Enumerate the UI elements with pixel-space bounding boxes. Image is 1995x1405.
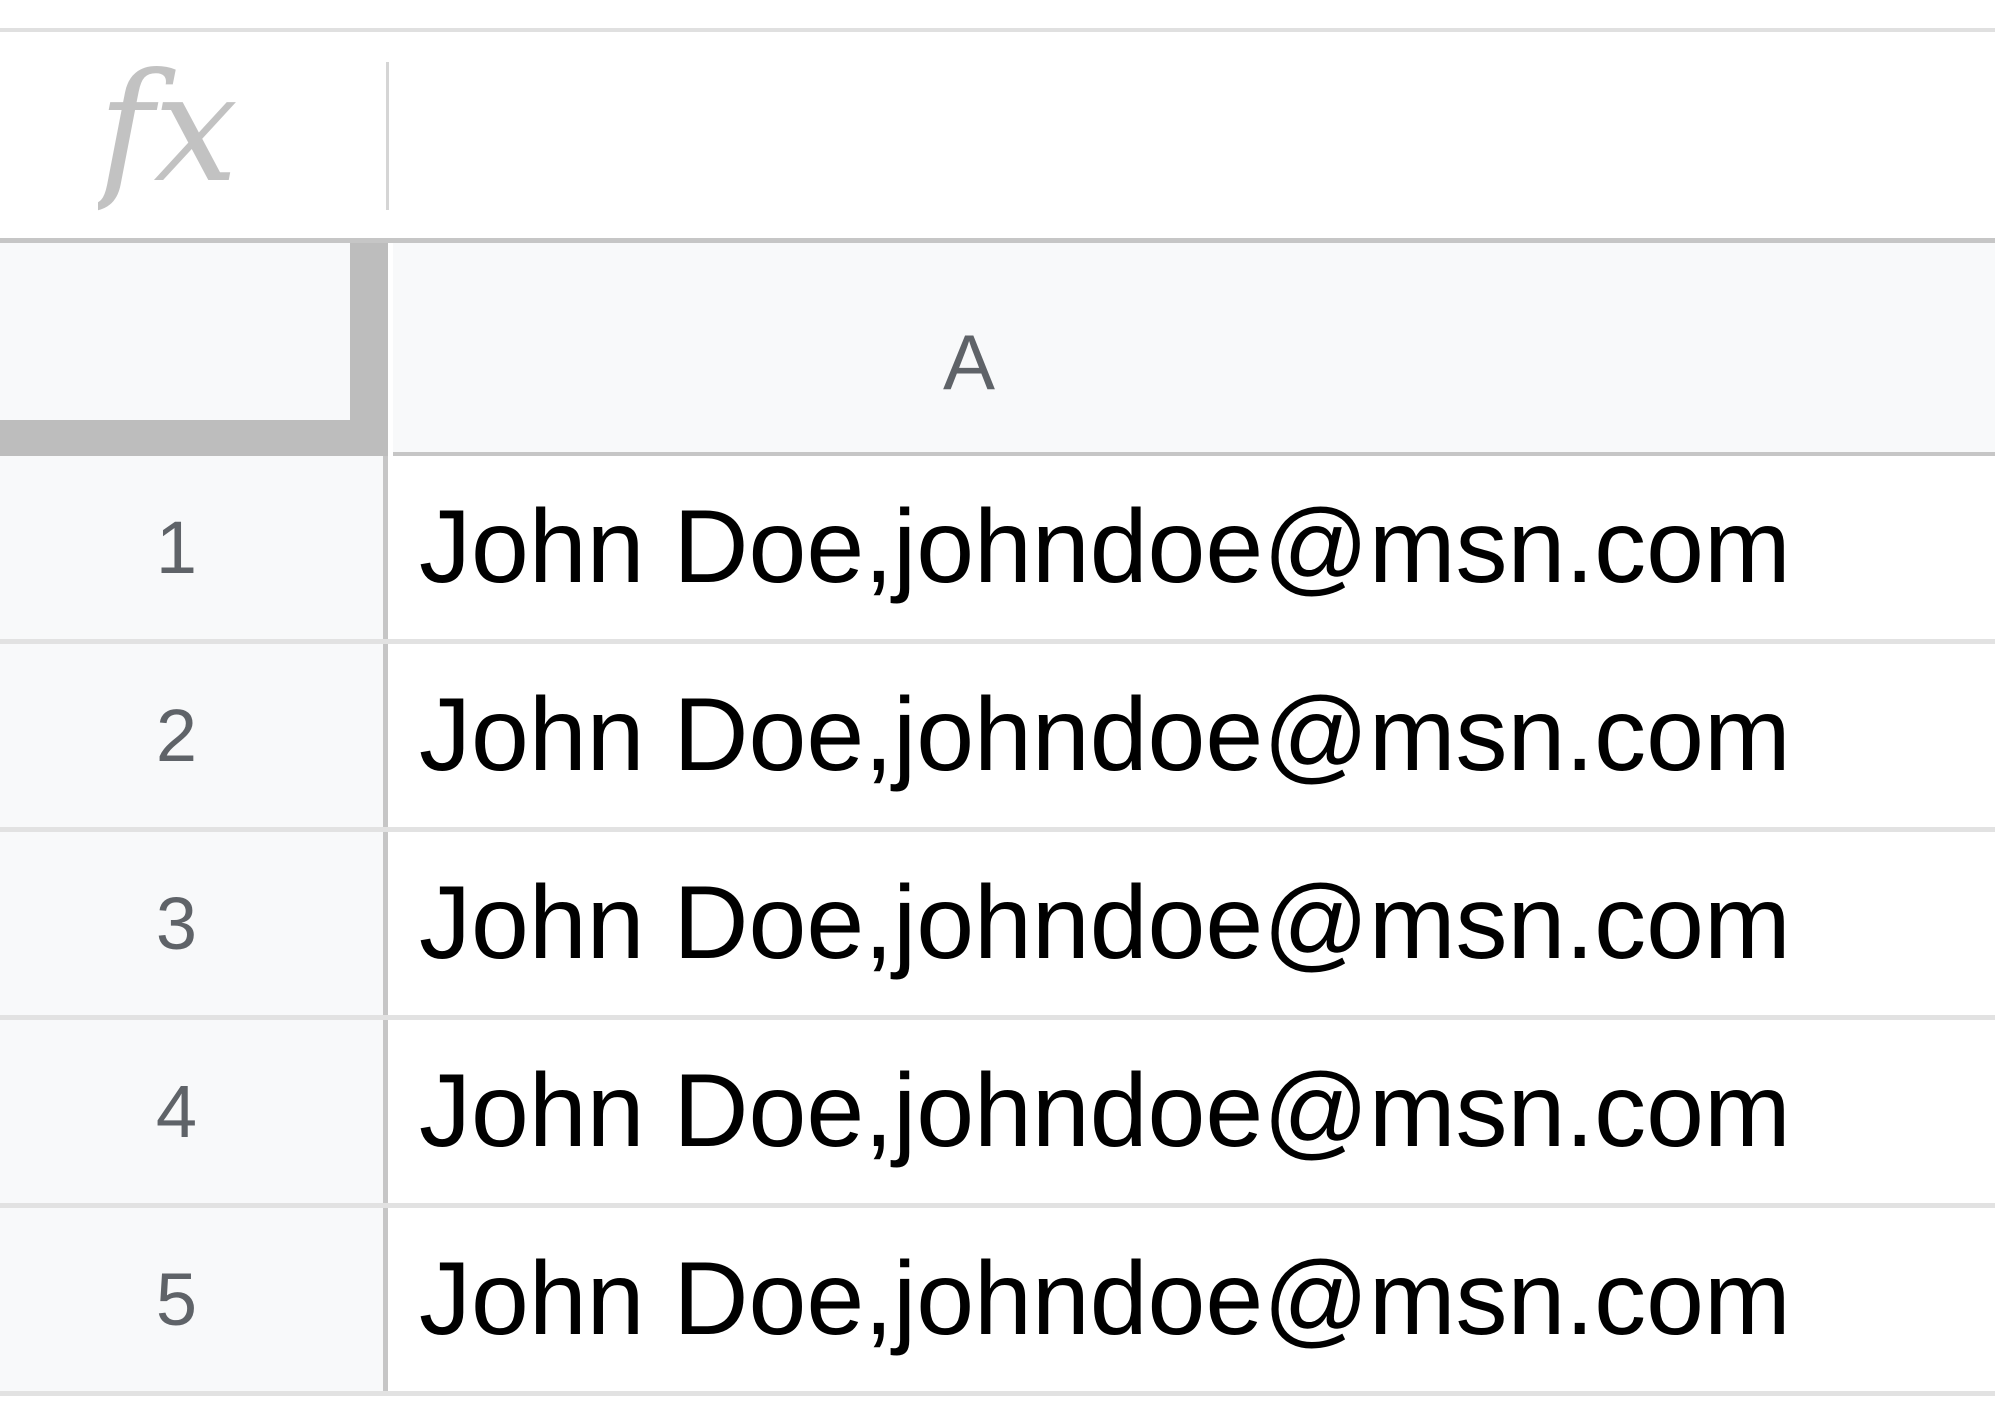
row-header-label: 4 bbox=[155, 1070, 198, 1153]
cell-value: John Doe,johndoe@msn.com bbox=[419, 489, 1791, 605]
row-header-5[interactable]: 5 bbox=[0, 1208, 388, 1391]
row-header-label: 3 bbox=[155, 882, 198, 965]
formula-bar-separator bbox=[386, 62, 389, 210]
cell-a2[interactable]: John Doe,johndoe@msn.com bbox=[393, 644, 1995, 827]
cell-value: John Doe,johndoe@msn.com bbox=[419, 1053, 1791, 1169]
cell-value: John Doe,johndoe@msn.com bbox=[419, 677, 1791, 793]
table-row: 1 John Doe,johndoe@msn.com bbox=[0, 456, 1995, 644]
svg-text:fx: fx bbox=[98, 50, 238, 216]
cell-a5[interactable]: John Doe,johndoe@msn.com bbox=[393, 1208, 1995, 1391]
table-row: 2 John Doe,johndoe@msn.com bbox=[0, 644, 1995, 832]
spreadsheet-grid: A 1 John Doe,johndoe@msn.com 2 John Doe,… bbox=[0, 243, 1995, 1405]
column-header-a[interactable]: A bbox=[393, 243, 1995, 456]
toolbar-edge bbox=[0, 0, 1995, 32]
row-header-1[interactable]: 1 bbox=[0, 456, 388, 639]
row-header-2[interactable]: 2 bbox=[0, 644, 388, 827]
table-row: 4 John Doe,johndoe@msn.com bbox=[0, 1020, 1995, 1208]
row-header-3[interactable]: 3 bbox=[0, 832, 388, 1015]
fx-icon: fx bbox=[98, 50, 238, 216]
frozen-row-handle[interactable] bbox=[0, 420, 388, 456]
row-header-label: 1 bbox=[155, 506, 198, 589]
column-header-label: A bbox=[942, 318, 996, 406]
row-header-label: 2 bbox=[155, 694, 198, 777]
cell-a3[interactable]: John Doe,johndoe@msn.com bbox=[393, 832, 1995, 1015]
cell-value: John Doe,johndoe@msn.com bbox=[419, 1241, 1791, 1357]
row-header-label: 5 bbox=[155, 1258, 198, 1341]
cell-a4[interactable]: John Doe,johndoe@msn.com bbox=[393, 1020, 1995, 1203]
row-list: 1 John Doe,johndoe@msn.com 2 John Doe,jo… bbox=[0, 456, 1995, 1396]
cell-a1[interactable]: John Doe,johndoe@msn.com bbox=[393, 456, 1995, 639]
table-row: 3 John Doe,johndoe@msn.com bbox=[0, 832, 1995, 1020]
cell-value: John Doe,johndoe@msn.com bbox=[419, 865, 1791, 981]
formula-bar: fx bbox=[0, 32, 1995, 243]
row-header-4[interactable]: 4 bbox=[0, 1020, 388, 1203]
table-row: 5 John Doe,johndoe@msn.com bbox=[0, 1208, 1995, 1396]
formula-input[interactable] bbox=[400, 62, 1970, 210]
